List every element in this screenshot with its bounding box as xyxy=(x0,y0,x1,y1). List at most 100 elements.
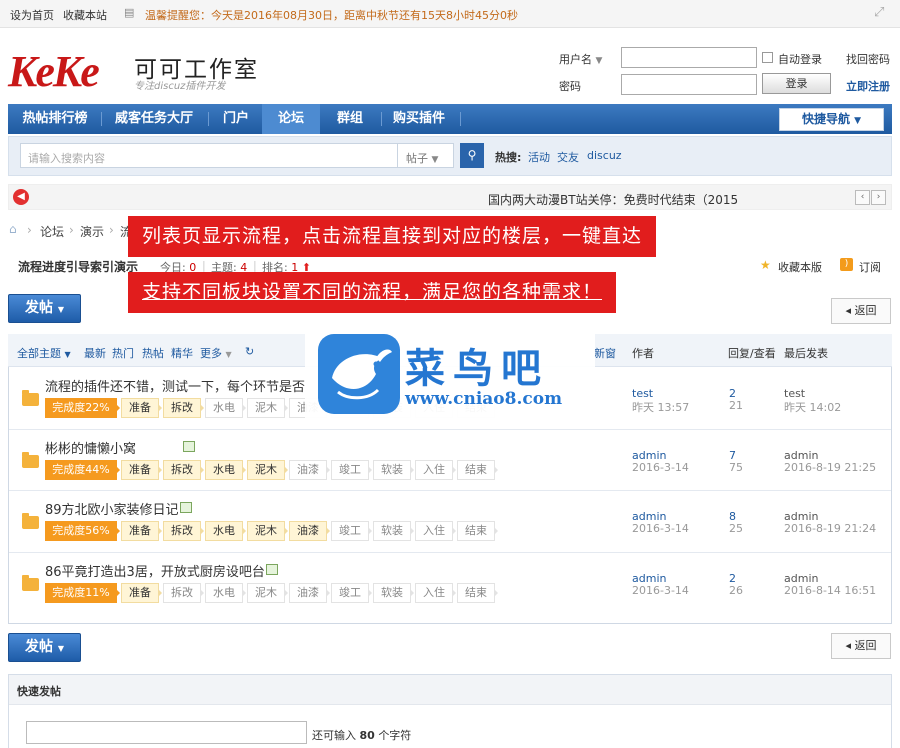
prev-icon[interactable]: ‹ xyxy=(855,190,870,205)
announcement-bar xyxy=(8,184,892,210)
watermark-url: www.cniao8.com xyxy=(405,389,563,409)
thread-title[interactable]: 89方北欧小家装修日记 xyxy=(45,499,179,518)
stage-8[interactable]: 结束 xyxy=(457,460,498,480)
stage-1[interactable]: 拆改 xyxy=(163,521,204,541)
stage-1[interactable]: 拆改 xyxy=(163,583,204,603)
image-attachment-icon xyxy=(266,564,278,575)
favorite-forum-link[interactable]: 收藏本版 xyxy=(778,259,822,275)
progress-badge[interactable]: 完成度11% xyxy=(45,583,120,603)
stage-4[interactable]: 油漆 xyxy=(289,460,330,480)
filter-digest[interactable]: 精华 xyxy=(171,345,193,361)
hot-search-item[interactable]: 活动 xyxy=(528,149,550,165)
hot-search-item[interactable]: 交友 xyxy=(557,149,579,165)
nav-groups[interactable]: 群组 xyxy=(321,104,379,134)
forgot-password-link[interactable]: 找回密码 xyxy=(846,51,890,67)
stage-1[interactable]: 拆改 xyxy=(163,398,204,418)
stage-8[interactable]: 结束 xyxy=(457,583,498,603)
logo-mark[interactable]: KeKe xyxy=(8,46,100,97)
nav-task-hall[interactable]: 威客任务大厅 xyxy=(104,104,204,134)
stage-7[interactable]: 入住 xyxy=(415,460,456,480)
announcement-text[interactable]: 国内两大动漫BT站关停：免费时代结束（2015 xyxy=(488,191,738,208)
register-link[interactable]: 立即注册 xyxy=(846,78,890,94)
breadcrumb-demo[interactable]: 演示 xyxy=(80,223,104,240)
calendar-icon: ▤ xyxy=(124,6,135,19)
back-button[interactable]: ◂ 返回 xyxy=(831,298,891,324)
progress-badge[interactable]: 完成度22% xyxy=(45,398,120,418)
breadcrumb-forum[interactable]: 论坛 xyxy=(40,223,64,240)
quick-nav-button[interactable]: 快捷导航 ▼ xyxy=(779,108,884,131)
last-post-time[interactable]: 昨天 14:02 xyxy=(784,399,841,415)
expand-icon[interactable]: ⤢ xyxy=(874,5,884,20)
remember-checkbox[interactable] xyxy=(762,52,773,63)
thread-date: 2016-3-14 xyxy=(632,461,689,474)
stage-5[interactable]: 竣工 xyxy=(331,460,372,480)
search-input[interactable]: 请输入搜索内容 xyxy=(20,143,398,168)
new-window-toggle[interactable]: 新窗 xyxy=(594,345,616,361)
last-post-time[interactable]: 2016-8-14 16:51 xyxy=(784,584,876,597)
last-post-time[interactable]: 2016-8-19 21:24 xyxy=(784,522,876,535)
search-scope-select[interactable]: 帖子 ▼ xyxy=(398,143,454,168)
stage-6[interactable]: 软装 xyxy=(373,460,414,480)
post-button[interactable]: 发帖 ▼ xyxy=(8,294,81,323)
chevron-down-icon[interactable]: ▼ xyxy=(596,56,603,66)
stage-3[interactable]: 泥木 xyxy=(247,398,288,418)
home-icon[interactable]: ⌂ xyxy=(9,222,17,236)
progress-badge[interactable]: 完成度44% xyxy=(45,460,120,480)
password-input[interactable] xyxy=(621,74,757,95)
progress-badge[interactable]: 完成度56% xyxy=(45,521,120,541)
nav-forum[interactable]: 论坛 xyxy=(262,104,320,134)
nav-hot-ranking[interactable]: 热帖排行榜 xyxy=(13,104,97,134)
stage-2[interactable]: 水电 xyxy=(205,398,246,418)
filter-all[interactable]: 全部主题 ▼ xyxy=(17,345,71,361)
stage-7[interactable]: 入住 xyxy=(415,521,456,541)
username-input[interactable] xyxy=(621,47,757,68)
stage-6[interactable]: 软装 xyxy=(373,583,414,603)
filter-hot-threads[interactable]: 热帖 xyxy=(142,345,164,361)
nav-buy-plugins[interactable]: 购买插件 xyxy=(383,104,455,134)
stage-1[interactable]: 拆改 xyxy=(163,460,204,480)
stage-4[interactable]: 油漆 xyxy=(289,521,330,541)
last-post-time[interactable]: 2016-8-19 21:25 xyxy=(784,461,876,474)
stage-3[interactable]: 泥木 xyxy=(247,460,288,480)
stage-0[interactable]: 准备 xyxy=(121,398,162,418)
stage-2[interactable]: 水电 xyxy=(205,460,246,480)
quick-post-header xyxy=(9,675,891,705)
thread-title[interactable]: 流程的插件还不错，测试一下，每个环节是否 xyxy=(45,376,305,395)
thread-date: 2016-3-14 xyxy=(632,584,689,597)
stage-2[interactable]: 水电 xyxy=(205,583,246,603)
top-bar: 设为首页 收藏本站 ▤ 温馨提醒您：今天是2016年08月30日，距离中秋节还有… xyxy=(0,0,900,28)
stage-2[interactable]: 水电 xyxy=(205,521,246,541)
post-button-bottom[interactable]: 发帖 ▼ xyxy=(8,633,81,662)
stage-3[interactable]: 泥木 xyxy=(247,583,288,603)
thread-title[interactable]: 彬彬的慵懒小窝 xyxy=(45,438,136,457)
stage-0[interactable]: 准备 xyxy=(121,460,162,480)
stage-0[interactable]: 准备 xyxy=(121,583,162,603)
stage-8[interactable]: 结束 xyxy=(457,521,498,541)
stage-6[interactable]: 软装 xyxy=(373,521,414,541)
filter-latest[interactable]: 最新 xyxy=(84,345,106,361)
thread-title[interactable]: 86平竟打造出3居，开放式厨房设吧台 xyxy=(45,561,265,580)
chevron-down-icon: ▼ xyxy=(854,116,862,126)
bookmark-link[interactable]: 收藏本站 xyxy=(63,7,107,23)
refresh-icon[interactable]: ↻ xyxy=(245,345,254,358)
quick-post-subject-input[interactable] xyxy=(26,721,307,744)
login-button[interactable]: 登录 xyxy=(762,73,831,94)
back-button-bottom[interactable]: ◂ 返回 xyxy=(831,633,891,659)
stage-5[interactable]: 竣工 xyxy=(331,583,372,603)
stage-4[interactable]: 油漆 xyxy=(289,583,330,603)
image-attachment-icon xyxy=(183,441,195,452)
filter-hot[interactable]: 热门 xyxy=(112,345,134,361)
rss-link[interactable]: 订阅 xyxy=(859,259,881,275)
stage-0[interactable]: 准备 xyxy=(121,521,162,541)
nav-portal[interactable]: 门户 xyxy=(211,104,261,134)
stage-3[interactable]: 泥木 xyxy=(247,521,288,541)
filter-more[interactable]: 更多 ▼ xyxy=(200,345,232,361)
next-icon[interactable]: › xyxy=(871,190,886,205)
search-button[interactable]: ⚲ xyxy=(460,143,484,168)
hot-search-item[interactable]: discuz xyxy=(587,149,622,162)
quick-post-title: 快速发帖 xyxy=(17,685,61,698)
forum-title: 流程进度引导索引演示 xyxy=(18,260,139,274)
set-home-link[interactable]: 设为首页 xyxy=(10,7,54,23)
stage-5[interactable]: 竣工 xyxy=(331,521,372,541)
stage-7[interactable]: 入住 xyxy=(415,583,456,603)
